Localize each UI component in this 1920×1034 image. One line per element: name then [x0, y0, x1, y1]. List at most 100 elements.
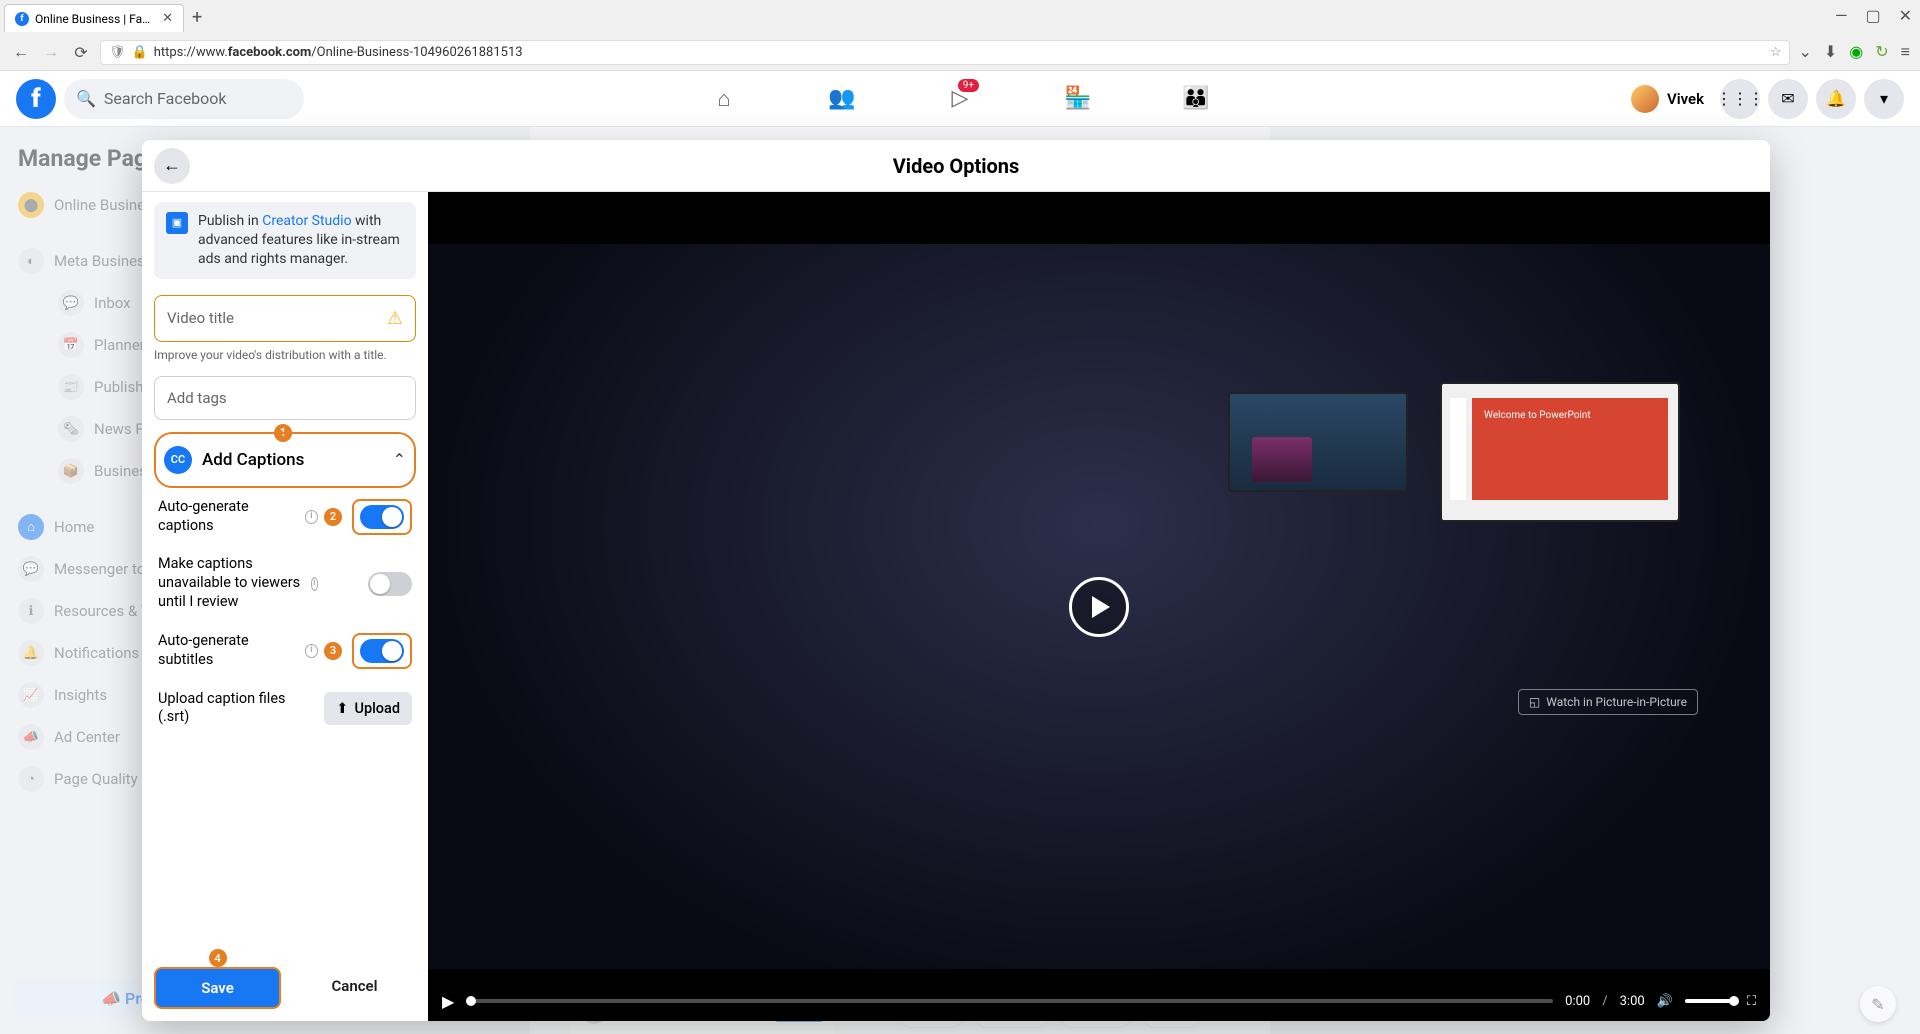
info-icon[interactable]: i [305, 510, 318, 524]
upload-srt-label: Upload caption files (.srt) [158, 690, 318, 728]
total-time: 3:00 [1620, 994, 1645, 1009]
modal-footer: 4 Save Cancel [142, 959, 428, 1021]
address-bar: ← → ⟳ 🛡 🔒 https://www.facebook.com/Onlin… [0, 34, 1920, 70]
facebook-logo[interactable]: f [16, 79, 56, 119]
back-icon[interactable]: ← [10, 42, 32, 62]
upload-button[interactable]: ⬆ Upload [324, 692, 412, 725]
save-button[interactable]: 4 Save [154, 967, 281, 1009]
annotation-badge-3: 3 [324, 642, 342, 660]
home-icon: ⌂ [18, 514, 44, 540]
auto-captions-label: Auto-generate captions [158, 498, 301, 536]
groups-nav[interactable]: 👪 [1141, 75, 1251, 123]
auto-subtitles-toggle[interactable] [360, 639, 404, 663]
messenger-icon[interactable]: ✉ [1768, 79, 1808, 119]
options-panel: ▣ Publish in Creator Studio with advance… [142, 192, 428, 1021]
search-placeholder: Search Facebook [104, 89, 227, 108]
creator-studio-banner: ▣ Publish in Creator Studio with advance… [154, 202, 416, 279]
messenger-icon: 💬 [18, 556, 44, 582]
menu-grid-icon[interactable]: ⋮⋮⋮ [1720, 79, 1760, 119]
monitor-right: Welcome to PowerPoint [1440, 382, 1680, 522]
annotation-badge-2: 2 [324, 508, 342, 526]
info-icon: ℹ [18, 598, 44, 624]
hamburger-icon[interactable]: ≡ [1901, 42, 1910, 62]
bell-icon: 🔔 [18, 640, 44, 666]
calendar-icon: 📅 [58, 332, 84, 358]
page-avatar-icon: ⬤ [18, 192, 44, 218]
ppt-title: Welcome to PowerPoint [1484, 410, 1656, 421]
facebook-favicon: f [15, 12, 29, 26]
auto-subtitles-label: Auto-generate subtitles [158, 632, 301, 670]
auto-subtitles-row: Auto-generate subtitles i 3 [154, 622, 416, 680]
auto-captions-row: Auto-generate captions i 2 [154, 488, 416, 546]
tab-strip: f Online Business | Facebook ✕ + — ▢ ✕ [0, 0, 1920, 34]
close-window-icon[interactable]: ✕ [1899, 6, 1912, 25]
cancel-button[interactable]: Cancel [293, 967, 416, 1009]
video-title-input[interactable]: Video title ⚠ [154, 295, 416, 342]
close-icon[interactable]: ✕ [162, 11, 173, 26]
warning-icon: ⚠ [387, 308, 403, 329]
extension-icon-2[interactable]: ↻ [1875, 42, 1888, 62]
username[interactable]: Vivek [1667, 90, 1704, 108]
video-preview: Welcome to PowerPoint ◱ Watch in Picture… [428, 192, 1770, 1021]
watch-nav[interactable]: ▷ 9+ [905, 75, 1015, 123]
lock-icon: 🔒 [132, 45, 148, 60]
search-icon: 🔍 [76, 89, 96, 108]
marketplace-nav[interactable]: 🏪 [1023, 75, 1133, 123]
title-hint: Improve your video's distribution with a… [154, 348, 416, 362]
current-time: 0:00 [1565, 994, 1590, 1009]
info-icon[interactable]: i [305, 644, 318, 658]
auto-captions-toggle[interactable] [360, 505, 404, 529]
suite-icon: ◐ [18, 248, 44, 274]
publish-icon: 📰 [58, 374, 84, 400]
friends-nav[interactable]: 👥 [787, 75, 897, 123]
quality-icon: ◔ [18, 766, 44, 792]
creator-studio-link[interactable]: Creator Studio [262, 213, 351, 229]
tab-title: Online Business | Facebook [35, 12, 156, 26]
review-captions-toggle[interactable] [368, 572, 412, 596]
video-controls: ▶ 0:00 / 3:00 🔊 ⛶ [428, 981, 1770, 1021]
play-button[interactable] [1069, 577, 1129, 637]
new-tab-button[interactable]: + [184, 1, 210, 34]
download-icon[interactable]: ⬇ [1824, 42, 1837, 62]
tags-input[interactable]: Add tags [154, 376, 416, 420]
chevron-up-icon: ⌃ [393, 450, 406, 469]
volume-slider[interactable] [1685, 999, 1735, 1003]
volume-icon[interactable]: 🔊 [1657, 994, 1673, 1009]
megaphone-icon: 📣 [18, 724, 44, 750]
play-icon[interactable]: ▶ [442, 992, 454, 1011]
scrubber[interactable] [466, 999, 1553, 1003]
add-captions-section[interactable]: CC Add Captions ⌃ [154, 432, 416, 488]
account-dropdown-icon[interactable]: ▾ [1864, 79, 1904, 119]
search-input[interactable]: 🔍 Search Facebook [64, 79, 304, 119]
cc-icon: CC [164, 446, 192, 474]
back-button[interactable]: ← [154, 148, 190, 184]
facebook-header: f 🔍 Search Facebook ⌂ 👥 ▷ 9+ 🏪 👪 Vivek ⋮… [0, 71, 1920, 127]
forward-icon[interactable]: → [40, 42, 62, 62]
pip-button[interactable]: ◱ Watch in Picture-in-Picture [1518, 689, 1698, 715]
bell-icon[interactable]: 🔔 [1816, 79, 1856, 119]
info-icon[interactable]: i [311, 577, 318, 591]
modal-title: Video Options [893, 154, 1020, 178]
reload-icon[interactable]: ⟳ [70, 43, 92, 62]
avatar[interactable] [1631, 85, 1659, 113]
fullscreen-icon[interactable]: ⛶ [1747, 994, 1756, 1009]
extension-icon[interactable]: ◉ [1849, 42, 1863, 62]
shield-icon: 🛡 [109, 45, 126, 60]
captions-header: Add Captions [202, 450, 304, 470]
home-nav[interactable]: ⌂ [669, 75, 779, 123]
monitor-left [1228, 392, 1408, 492]
browser-chrome: f Online Business | Facebook ✕ + — ▢ ✕ ←… [0, 0, 1920, 71]
upload-srt-row: Upload caption files (.srt) ⬆ Upload [154, 680, 416, 738]
annotation-badge-4: 4 [209, 949, 227, 967]
browser-tab[interactable]: f Online Business | Facebook ✕ [4, 4, 184, 32]
news-icon: 🗞 [58, 416, 84, 442]
minimize-icon[interactable]: — [1835, 6, 1848, 25]
review-captions-label: Make captions unavailable to viewers unt… [158, 555, 307, 612]
bookmark-icon[interactable]: ☆ [1770, 45, 1782, 60]
apps-icon: 📦 [58, 458, 84, 484]
url-input[interactable]: 🛡 🔒 https://www.facebook.com/Online-Busi… [100, 40, 1790, 65]
maximize-icon[interactable]: ▢ [1865, 6, 1880, 25]
edit-fab-icon[interactable]: ✎ [1860, 986, 1896, 1022]
video-title-placeholder: Video title [167, 309, 234, 327]
pocket-icon[interactable]: ⌄ [1798, 42, 1811, 62]
